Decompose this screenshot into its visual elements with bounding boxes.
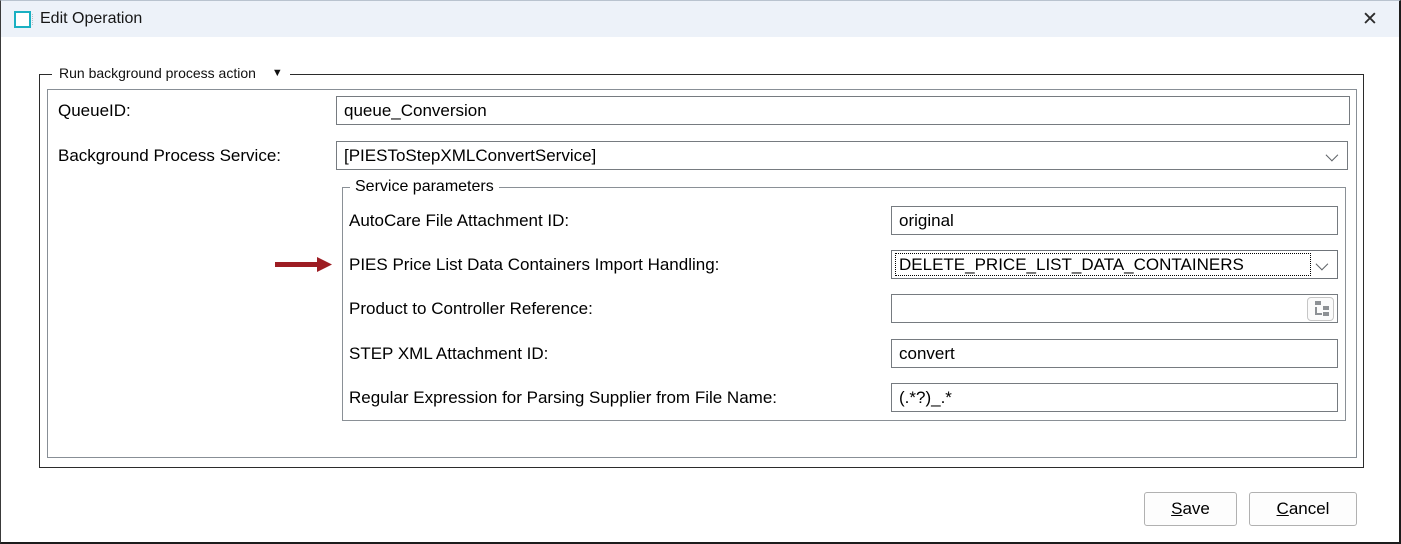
window-icon — [14, 11, 31, 28]
step-xml-attachment-id-label: STEP XML Attachment ID: — [349, 339, 548, 368]
titlebar: Edit Operation ✕ — [1, 1, 1399, 37]
hierarchy-tree-icon — [1311, 299, 1331, 319]
save-button[interactable]: Save — [1144, 492, 1237, 526]
background-process-service-combobox[interactable]: [PIESToStepXMLConvertService] — [336, 141, 1348, 170]
focus-rectangle — [895, 253, 1311, 276]
background-process-service-value: [PIESToStepXMLConvertService] — [337, 146, 596, 166]
chevron-down-icon — [1316, 258, 1329, 271]
cancel-button-label: Cancel — [1277, 499, 1330, 519]
collapse-triangle-icon[interactable]: ▼ — [272, 68, 283, 79]
group-legend: Run background process action ▼ — [52, 65, 290, 81]
save-button-label: Save — [1171, 499, 1210, 519]
service-parameters-legend: Service parameters — [350, 178, 499, 196]
regex-supplier-parsing-label: Regular Expression for Parsing Supplier … — [349, 383, 777, 412]
pies-import-handling-label: PIES Price List Data Containers Import H… — [349, 250, 719, 279]
product-to-controller-reference-input[interactable] — [891, 294, 1338, 323]
product-to-controller-reference-label: Product to Controller Reference: — [349, 294, 593, 323]
autocare-file-attachment-id-label: AutoCare File Attachment ID: — [349, 206, 569, 235]
pies-import-handling-combobox[interactable]: DELETE_PRICE_LIST_DATA_CONTAINERS — [891, 250, 1338, 279]
autocare-file-attachment-id-input[interactable] — [891, 206, 1338, 235]
regex-supplier-parsing-input[interactable] — [891, 383, 1338, 412]
chevron-down-icon — [1326, 149, 1339, 162]
red-annotation-arrow-icon — [273, 256, 333, 273]
queueid-label: QueueID: — [58, 96, 131, 125]
queueid-input[interactable] — [336, 96, 1350, 125]
window-title: Edit Operation — [40, 10, 142, 28]
background-process-service-label: Background Process Service: — [58, 141, 281, 170]
tree-picker-button[interactable] — [1307, 297, 1334, 321]
close-icon[interactable]: ✕ — [1349, 1, 1391, 37]
group-legend-label: Run background process action — [59, 65, 256, 81]
step-xml-attachment-id-input[interactable] — [891, 339, 1338, 368]
edit-operation-dialog: Edit Operation ✕ Run background process … — [0, 0, 1401, 544]
cancel-button[interactable]: Cancel — [1249, 492, 1357, 526]
